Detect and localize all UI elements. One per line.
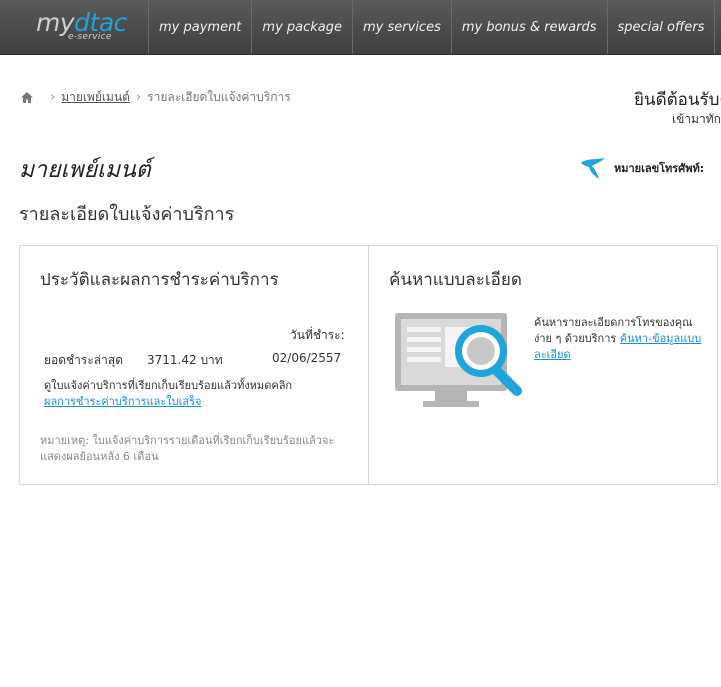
page-title: มายเพย์เมนต์ bbox=[19, 157, 151, 183]
payment-history-title: ประวัติและผลการชำระค่าบริการ bbox=[40, 270, 279, 290]
content-panel: ประวัติและผลการชำระค่าบริการ วันที่ชำระ:… bbox=[19, 245, 718, 485]
payment-history-section: ประวัติและผลการชำระค่าบริการ วันที่ชำระ:… bbox=[20, 246, 369, 484]
nav-more[interactable]: m bbox=[714, 0, 721, 54]
history-note: หมายเหตุ: ใบแจ้งค่าบริการรายเดือนที่เรีย… bbox=[40, 434, 335, 463]
detailed-search-section: ค้นหาแบบละเอียด ค้นหารายละเอียดการโทรของ… bbox=[369, 246, 717, 484]
payment-receipts-link[interactable]: ผลการชำระค่าบริการและใบเสร็จ bbox=[44, 392, 201, 410]
home-icon[interactable] bbox=[20, 91, 34, 104]
top-nav-bar: mydtac e-service my payment my package m… bbox=[0, 0, 721, 55]
breadcrumb-current: รายละเอียดใบแจ้งค่าบริการ bbox=[147, 90, 291, 104]
nav-my-services[interactable]: my services bbox=[352, 0, 451, 54]
latest-payment-date: 02/06/2557 bbox=[272, 351, 342, 365]
nav-my-bonus-rewards[interactable]: my bonus & rewards bbox=[450, 0, 607, 54]
detailed-search-description: ค้นหารายละเอียดการโทรของคุณง่าย ๆ ด้วยบร… bbox=[534, 316, 702, 361]
main-nav: my payment my package my services my bon… bbox=[148, 0, 721, 54]
due-date-label: วันที่ชำระ: bbox=[290, 328, 345, 342]
breadcrumb-link-mypayment[interactable]: มายเพย์เมนต์ bbox=[61, 88, 130, 107]
detailed-search-title: ค้นหาแบบละเอียด bbox=[389, 270, 522, 290]
dtac-logo-icon bbox=[581, 158, 605, 179]
mydtac-logo[interactable]: mydtac e-service bbox=[0, 0, 148, 54]
welcome-title: ยินดีต้อนรับคุ bbox=[634, 90, 721, 110]
phone-number-label: หมายเลขโทรศัพท์: bbox=[614, 162, 705, 175]
logo-subtext: e-service bbox=[68, 32, 112, 42]
chevron-right-icon: › bbox=[50, 90, 56, 105]
latest-payment-amount: 3711.42 บาท bbox=[147, 353, 223, 367]
nav-my-payment[interactable]: my payment bbox=[148, 0, 251, 54]
welcome-subtext: เข้ามาทัก bbox=[672, 112, 721, 126]
monitor-search-icon bbox=[395, 313, 522, 407]
page-subtitle: รายละเอียดใบแจ้งค่าบริการ bbox=[19, 204, 235, 225]
nav-special-offers[interactable]: special offers bbox=[606, 0, 715, 54]
nav-my-package[interactable]: my package bbox=[251, 0, 352, 54]
breadcrumb: › มายเพย์เมนต์ › รายละเอียดใบแจ้งค่าบริก… bbox=[20, 88, 291, 107]
chevron-right-icon: › bbox=[135, 90, 142, 105]
latest-payment-label: ยอดชำระล่าสุด bbox=[44, 353, 124, 367]
